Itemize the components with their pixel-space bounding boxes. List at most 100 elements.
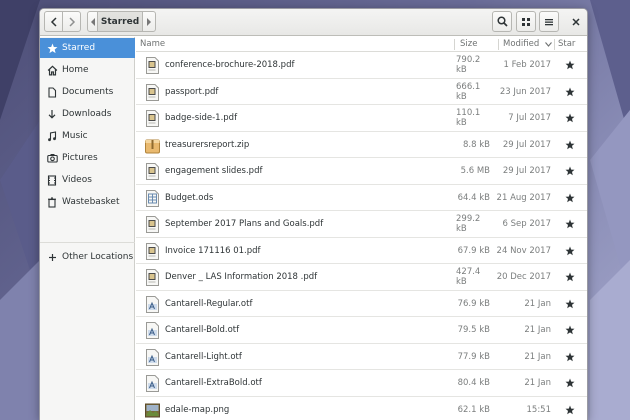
file-modified: 1 Feb 2017: [503, 60, 552, 70]
sidebar-item-label: Videos: [62, 175, 92, 185]
file-modified: 21 Jan: [524, 351, 551, 362]
column-header-size[interactable]: Size: [460, 37, 477, 51]
sidebar-item-label: Pictures: [62, 153, 98, 163]
close-icon: [572, 17, 580, 26]
video-icon: [46, 174, 58, 186]
pdf-file-icon: [145, 110, 160, 127]
file-modified: 24 Nov 2017: [496, 245, 551, 256]
table-row[interactable]: Denver _ LAS Information 2018 .pdf 427.4 …: [136, 264, 587, 291]
sidebar-item-documents[interactable]: Documents: [40, 82, 135, 102]
file-modified: 21 Aug 2017: [496, 192, 551, 203]
file-name: passport.pdf: [165, 86, 219, 97]
star-icon[interactable]: [564, 52, 576, 78]
star-icon[interactable]: [564, 397, 576, 420]
star-icon[interactable]: [564, 291, 576, 317]
star-icon[interactable]: [564, 264, 576, 290]
search-button[interactable]: [492, 11, 512, 32]
file-modified: 6 Sep 2017: [502, 219, 551, 229]
camera-icon: [46, 152, 58, 164]
forward-button[interactable]: [62, 11, 81, 32]
file-name: Cantarell-Regular.otf: [165, 298, 253, 309]
star-icon[interactable]: [564, 158, 576, 184]
sidebar-item-videos[interactable]: Videos: [40, 170, 135, 190]
close-window-button[interactable]: [567, 12, 585, 31]
file-name: Cantarell-Bold.otf: [165, 325, 240, 335]
file-size: 299.2 kB: [456, 214, 481, 234]
download-icon: [46, 108, 58, 120]
font-file-icon: [145, 375, 160, 392]
star-icon[interactable]: [564, 317, 576, 343]
menu-button[interactable]: [539, 11, 559, 32]
file-name: September 2017 Plans and Goals.pdf: [165, 219, 324, 229]
document-icon: [46, 86, 58, 98]
file-modified: 21 Jan: [524, 325, 551, 335]
star-icon[interactable]: [564, 105, 576, 131]
table-row[interactable]: engagement slides.pdf 5.6 MB 29 Jul 2017: [136, 158, 587, 185]
table-row[interactable]: conference-brochure-2018.pdf 790.2 kB 1 Fe…: [136, 52, 587, 79]
table-row[interactable]: Invoice 171116 01.pdf 67.9 kB 24 Nov 2017: [136, 238, 587, 264]
column-header-name[interactable]: Name: [140, 37, 165, 51]
file-modified: 21 Jan: [524, 298, 551, 309]
star-icon[interactable]: [564, 211, 576, 237]
table-row[interactable]: Cantarell-Bold.otf 79.5 kB 21 Jan: [136, 317, 587, 344]
column-header-modified[interactable]: Modified: [503, 37, 553, 51]
sidebar-item-starred[interactable]: Starred: [40, 38, 135, 58]
sidebar-item-downloads[interactable]: Downloads: [40, 104, 135, 124]
star-icon[interactable]: [564, 79, 576, 105]
chevron-right-icon: [68, 16, 75, 27]
file-name: edale-map.png: [165, 404, 230, 415]
file-name: Cantarell-ExtraBold.otf: [165, 378, 262, 388]
table-row[interactable]: treasurersreport.zip 8.8 kB 29 Jul 2017: [136, 132, 587, 158]
ods-file-icon: [145, 189, 160, 207]
star-icon[interactable]: [564, 238, 576, 264]
back-button[interactable]: [44, 11, 63, 32]
file-size: 76.9 kB: [457, 298, 490, 309]
column-header-star[interactable]: Star: [558, 37, 575, 51]
file-size: 110.1 kB: [456, 108, 481, 128]
pdf-file-icon: [145, 83, 160, 101]
path-bar-starred[interactable]: Starred: [97, 11, 143, 32]
file-name: Cantarell-Light.otf: [165, 351, 242, 362]
chevron-left-icon: [50, 16, 57, 27]
sidebar-item-label: Downloads: [62, 109, 112, 119]
table-row[interactable]: September 2017 Plans and Goals.pdf 299.2 …: [136, 211, 587, 238]
star-icon[interactable]: [564, 370, 576, 396]
table-row[interactable]: passport.pdf 666.1 kB 23 Jun 2017: [136, 79, 587, 105]
table-row[interactable]: Cantarell-Light.otf 77.9 kB 21 Jan: [136, 344, 587, 370]
sidebar-item-wastebasket[interactable]: Wastebasket: [40, 192, 135, 212]
pdf-file-icon: [145, 57, 160, 74]
plus-icon: [46, 251, 58, 263]
file-size: 427.4 kB: [456, 267, 481, 287]
sidebar-item-other-locations[interactable]: Other Locations: [40, 247, 135, 267]
sort-descending-icon: [545, 41, 553, 47]
column-divider: [498, 39, 499, 50]
path-scroll-right-button[interactable]: [142, 11, 156, 32]
font-file-icon: [145, 295, 160, 313]
star-icon[interactable]: [564, 185, 576, 211]
sidebar-item-label: Wastebasket: [62, 197, 120, 207]
file-modified: 21 Jan: [524, 378, 551, 388]
pdf-file-icon: [145, 216, 160, 233]
sidebar-item-pictures[interactable]: Pictures: [40, 148, 135, 168]
table-row[interactable]: edale-map.png 62.1 kB 15:51: [136, 397, 587, 420]
file-size: 8.8 kB: [463, 139, 490, 150]
column-header-modified-label: Modified: [503, 39, 540, 49]
table-row[interactable]: badge-side-1.pdf 110.1 kB 7 Jul 2017: [136, 105, 587, 132]
font-file-icon: [145, 322, 160, 339]
arrow-right-icon: [147, 17, 151, 26]
sidebar-item-label: Documents: [62, 87, 114, 97]
sidebar-separator: [40, 242, 135, 243]
view-mode-button[interactable]: [516, 11, 536, 32]
table-row[interactable]: Cantarell-ExtraBold.otf 80.4 kB 21 Jan: [136, 370, 587, 397]
sidebar-item-home[interactable]: Home: [40, 60, 135, 80]
sidebar: Starred Home Documents Downloads Music P…: [40, 37, 135, 420]
zip-file-icon: [145, 137, 160, 154]
sidebar-item-music[interactable]: Music: [40, 126, 135, 146]
table-row[interactable]: Budget.ods 64.4 kB 21 Aug 2017: [136, 185, 587, 211]
file-size: 77.9 kB: [457, 351, 490, 362]
sidebar-item-label: Home: [62, 65, 89, 75]
star-icon[interactable]: [564, 344, 576, 370]
file-modified: 7 Jul 2017: [508, 113, 551, 123]
table-row[interactable]: Cantarell-Regular.otf 76.9 kB 21 Jan: [136, 291, 587, 317]
star-icon[interactable]: [564, 132, 576, 158]
